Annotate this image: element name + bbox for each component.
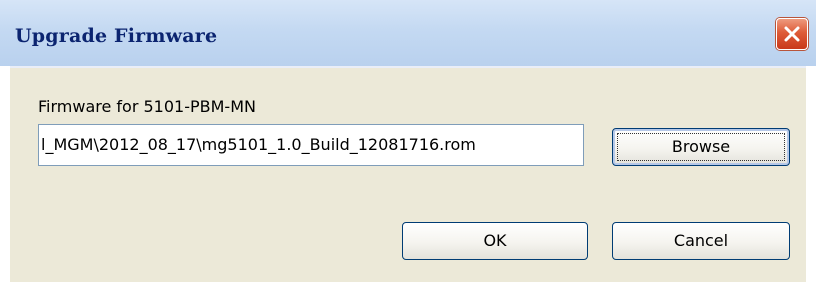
close-button[interactable]: [776, 18, 808, 50]
firmware-label: Firmware for 5101-PBM-MN: [38, 97, 256, 116]
close-icon: [784, 26, 800, 42]
cancel-button-label: Cancel: [673, 231, 729, 250]
title-bar[interactable]: Upgrade Firmware: [0, 0, 816, 66]
upgrade-firmware-dialog: Upgrade Firmware Firmware for 5101-PBM-M…: [0, 0, 816, 288]
ok-button-label: OK: [483, 231, 507, 250]
ok-button[interactable]: OK: [402, 222, 588, 260]
browse-button-label: Browse: [671, 137, 731, 156]
cancel-button[interactable]: Cancel: [612, 222, 790, 260]
dialog-title: Upgrade Firmware: [15, 25, 218, 47]
firmware-path-field[interactable]: l_MGM\2012_08_17\mg5101_1.0_Build_120817…: [38, 124, 584, 166]
browse-button[interactable]: Browse: [612, 128, 790, 166]
